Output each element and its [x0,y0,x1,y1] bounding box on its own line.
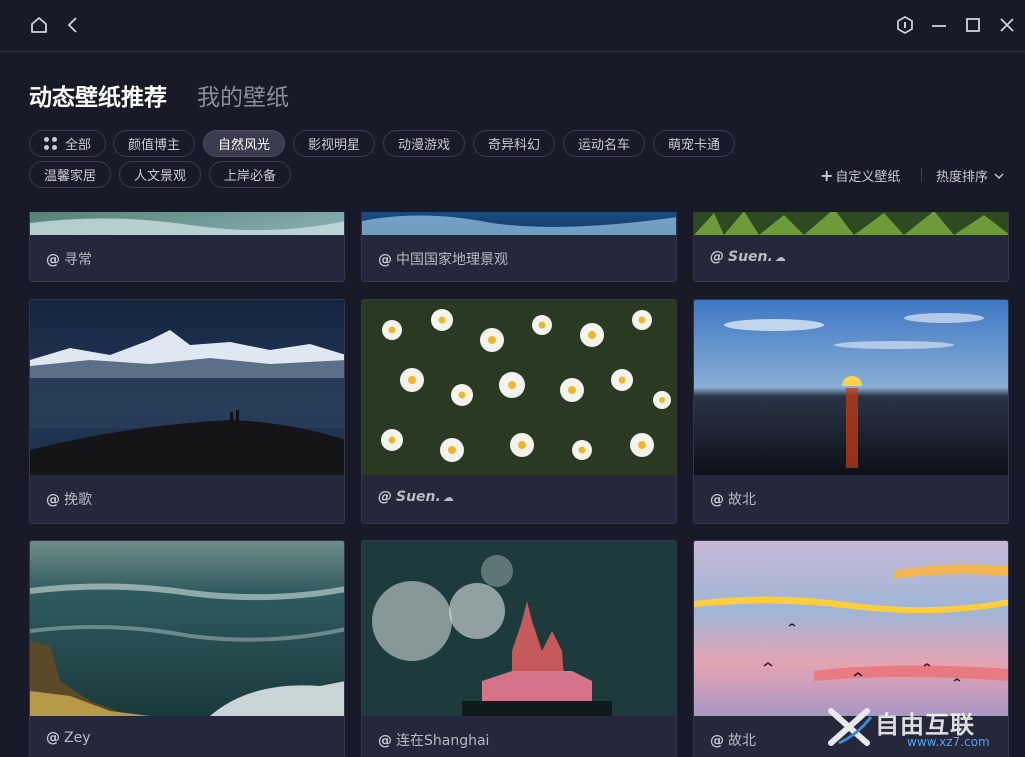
wallpaper-author: @ 中国国家地理景观 [378,252,508,268]
watermark-url: www.xz7.com [907,735,990,749]
category-chip[interactable]: 颜值博主 [113,130,195,157]
wallpaper-author: @ Zey [46,730,91,746]
category-chip[interactable]: 人文景观 [119,161,201,188]
cloud-icon: ☁ [774,251,786,264]
wallpaper-card[interactable]: @ 中国国家地理景观 [361,212,677,282]
wallpaper-thumbnail [362,300,676,475]
wallpaper-card[interactable]: @ 挽歌 [29,299,345,524]
grid-icon [43,137,57,150]
sort-dropdown[interactable]: 热度排序 [936,166,1006,185]
category-chip[interactable]: 影视明星 [293,130,375,157]
title-bar [0,0,1025,52]
shield-icon[interactable] [894,14,916,36]
close-icon[interactable] [996,14,1018,36]
maximize-icon[interactable] [962,14,984,36]
wallpaper-author: @ 寻常 [46,252,92,268]
chevron-down-icon [994,173,1004,179]
wallpaper-thumbnail [30,541,344,716]
custom-wallpaper-label: 自定义壁纸 [835,170,901,185]
wallpaper-author: @ 挽歌 [46,492,92,508]
category-chip[interactable]: 动漫游戏 [383,130,465,157]
wallpaper-thumbnail [694,212,1008,235]
wallpaper-thumbnail [362,541,676,716]
category-chip[interactable]: 奇异科幻 [473,130,555,157]
wallpaper-card[interactable]: @ Zey [29,540,345,757]
plus-icon: + [820,165,834,185]
category-chip-all[interactable]: 全部 [29,130,106,157]
wallpaper-card[interactable]: @ 寻常 [29,212,345,282]
category-chip[interactable]: 温馨家居 [29,161,111,188]
category-chip-active[interactable]: 自然风光 [203,130,285,157]
chevron-left-icon[interactable] [62,14,84,36]
sort-label: 热度排序 [936,170,989,185]
wallpaper-grid: @ 寻常 @ 中国国家地理景观 @ Suen. ☁ @ 挽歌 @ Suen. ☁… [0,212,1025,757]
cloud-icon: ☁ [442,491,454,504]
wallpaper-thumbnail [694,300,1008,475]
divider [921,168,922,182]
wallpaper-thumbnail [30,212,344,235]
wallpaper-card[interactable]: @ 连在Shanghai [361,540,677,757]
category-chip[interactable]: 萌宠卡通 [653,130,735,157]
category-chip[interactable]: 运动名车 [563,130,645,157]
wallpaper-author: @ 故北 [710,492,756,508]
tab-recommended-wallpapers[interactable]: 动态壁纸推荐 [29,82,167,114]
minimize-icon[interactable] [928,14,950,36]
wallpaper-thumbnail [30,300,344,475]
watermark: 自由互联 www.xz7.com [827,705,1017,751]
wallpaper-card[interactable]: @ Suen. ☁ [361,299,677,524]
home-icon[interactable] [28,14,50,36]
wallpaper-author: @ 连在Shanghai [378,733,490,749]
wallpaper-thumbnail [694,541,1008,716]
custom-wallpaper-button[interactable]: + 自定义壁纸 [820,166,900,185]
tab-my-wallpapers[interactable]: 我的壁纸 [197,82,289,114]
wallpaper-author: @ Suen. ☁ [378,489,454,505]
wallpaper-card[interactable]: @ Suen. ☁ [693,212,1009,282]
category-chip[interactable]: 上岸必备 [209,161,291,188]
wallpaper-thumbnail [362,212,676,235]
wallpaper-author: @ 故北 [710,733,756,749]
watermark-logo-icon [828,708,873,746]
wallpaper-author: @ Suen. ☁ [710,249,786,265]
category-label: 全部 [64,138,91,153]
wallpaper-card[interactable]: @ 故北 [693,299,1009,524]
